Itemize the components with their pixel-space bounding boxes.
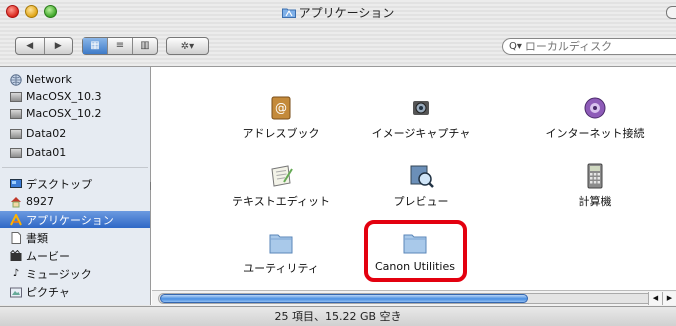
app-label: インターネット接続 xyxy=(545,127,645,140)
sidebar-item-label: ミュージック xyxy=(26,267,92,281)
home-icon xyxy=(10,196,22,208)
hard-disk-icon xyxy=(10,91,22,103)
back-forward-group: ◀ ▶ xyxy=(15,37,73,55)
app-textedit[interactable]: テキストエディット xyxy=(201,163,361,209)
view-mode-group: ▦ ≡ ▥ xyxy=(82,37,158,55)
sidebar-item-macosx-10-3[interactable]: MacOSX_10.3 xyxy=(0,88,150,105)
sidebar-item-music[interactable]: ♪ ミュージック xyxy=(0,265,150,282)
sidebar: Network MacOSX_10.3 MacOSX_10.2 Data02 D… xyxy=(0,67,151,305)
sidebar-item-label: MacOSX_10.2 xyxy=(26,107,102,120)
sidebar-item-network[interactable]: Network xyxy=(0,71,150,88)
internet-connect-icon xyxy=(581,95,609,121)
back-button[interactable]: ◀ xyxy=(16,38,44,54)
finder-window: アプリケーション ◀ ▶ ▦ ≡ ▥ ✲▾ Q▾ Network MacOSX_… xyxy=(0,0,676,326)
window-title: アプリケーション xyxy=(298,6,395,20)
sidebar-item-label: アプリケーション xyxy=(26,213,114,227)
scroll-thumb[interactable] xyxy=(160,294,528,303)
column-view-button[interactable]: ▥ xyxy=(132,38,157,54)
sidebar-item-label: ピクチャ xyxy=(26,285,70,299)
preview-icon xyxy=(407,163,435,189)
hard-disk-icon xyxy=(10,108,22,120)
sidebar-item-data01[interactable]: Data01 xyxy=(0,144,150,161)
documents-icon xyxy=(10,231,22,244)
status-bar: 25 項目、15.22 GB 空き xyxy=(0,306,676,326)
status-text: 25 項目、15.22 GB 空き xyxy=(274,310,402,323)
sidebar-item-label: Data02 xyxy=(26,127,67,140)
applications-icon xyxy=(10,213,22,226)
sidebar-item-label: Network xyxy=(26,73,72,86)
sidebar-item-label: 書類 xyxy=(26,231,48,245)
app-label: テキストエディット xyxy=(232,195,330,208)
sidebar-item-label: ムービー xyxy=(26,249,70,263)
sidebar-item-data02[interactable]: Data02 xyxy=(0,125,150,142)
image-capture-icon xyxy=(407,95,435,121)
search-icon: Q▾ xyxy=(509,41,522,52)
search-input[interactable] xyxy=(524,40,655,53)
search-field[interactable]: Q▾ xyxy=(502,38,676,55)
address-book-icon: @ xyxy=(267,95,295,121)
app-address-book[interactable]: @ アドレスブック xyxy=(201,95,361,141)
sidebar-item-applications[interactable]: アプリケーション xyxy=(0,211,150,228)
app-internet-connect[interactable]: インターネット接続 xyxy=(515,95,675,141)
calculator-icon xyxy=(581,163,609,189)
hard-disk-icon xyxy=(10,128,22,140)
app-label: プレビュー xyxy=(393,195,449,208)
highlight-callout xyxy=(364,220,467,282)
icon-view-button[interactable]: ▦ xyxy=(83,38,107,54)
app-label: イメージキャプチャ xyxy=(371,127,471,140)
title-bar: アプリケーション ◀ ▶ ▦ ≡ ▥ ✲▾ Q▾ xyxy=(0,0,676,67)
desktop-icon xyxy=(10,178,22,190)
app-image-capture[interactable]: イメージキャプチャ xyxy=(341,95,501,141)
sidebar-item-macosx-10-2[interactable]: MacOSX_10.2 xyxy=(0,105,150,122)
sidebar-item-desktop[interactable]: デスクトップ xyxy=(0,175,150,192)
sidebar-item-label: デスクトップ xyxy=(26,177,92,191)
sidebar-item-label: 8927 xyxy=(26,195,54,208)
app-preview[interactable]: プレビュー xyxy=(341,163,501,209)
svg-text:@: @ xyxy=(275,101,287,115)
music-icon: ♪ xyxy=(12,268,20,279)
hard-disk-icon xyxy=(10,147,22,159)
movies-icon xyxy=(10,249,22,262)
app-label: 計算機 xyxy=(578,195,612,208)
applications-folder-icon xyxy=(281,8,296,18)
sidebar-item-documents[interactable]: 書類 xyxy=(0,229,150,246)
folder-icon xyxy=(267,230,295,256)
sidebar-item-pictures[interactable]: ピクチャ xyxy=(0,283,150,300)
sidebar-item-label: MacOSX_10.3 xyxy=(26,90,102,103)
list-view-button[interactable]: ≡ xyxy=(107,38,132,54)
network-icon xyxy=(10,73,22,86)
textedit-icon xyxy=(267,163,295,189)
sidebar-item-label: Data01 xyxy=(26,146,67,159)
pictures-icon xyxy=(10,286,22,298)
scroll-left-arrow[interactable]: ◀ xyxy=(648,292,662,305)
scroll-arrows: ◀ ▶ xyxy=(648,292,676,305)
app-label: アドレスブック xyxy=(242,127,320,140)
action-menu-button[interactable]: ✲▾ xyxy=(166,37,209,55)
window-title-wrap: アプリケーション xyxy=(0,4,676,21)
horizontal-scrollbar[interactable]: ◀ ▶ xyxy=(152,290,676,306)
app-calculator[interactable]: 計算機 xyxy=(515,163,675,209)
sidebar-item-home[interactable]: 8927 xyxy=(0,193,150,210)
sidebar-divider xyxy=(2,167,148,168)
sidebar-item-movies[interactable]: ムービー xyxy=(0,247,150,264)
scroll-right-arrow[interactable]: ▶ xyxy=(662,292,676,305)
toolbar-toggle-button[interactable] xyxy=(666,6,676,19)
forward-button[interactable]: ▶ xyxy=(43,38,73,54)
